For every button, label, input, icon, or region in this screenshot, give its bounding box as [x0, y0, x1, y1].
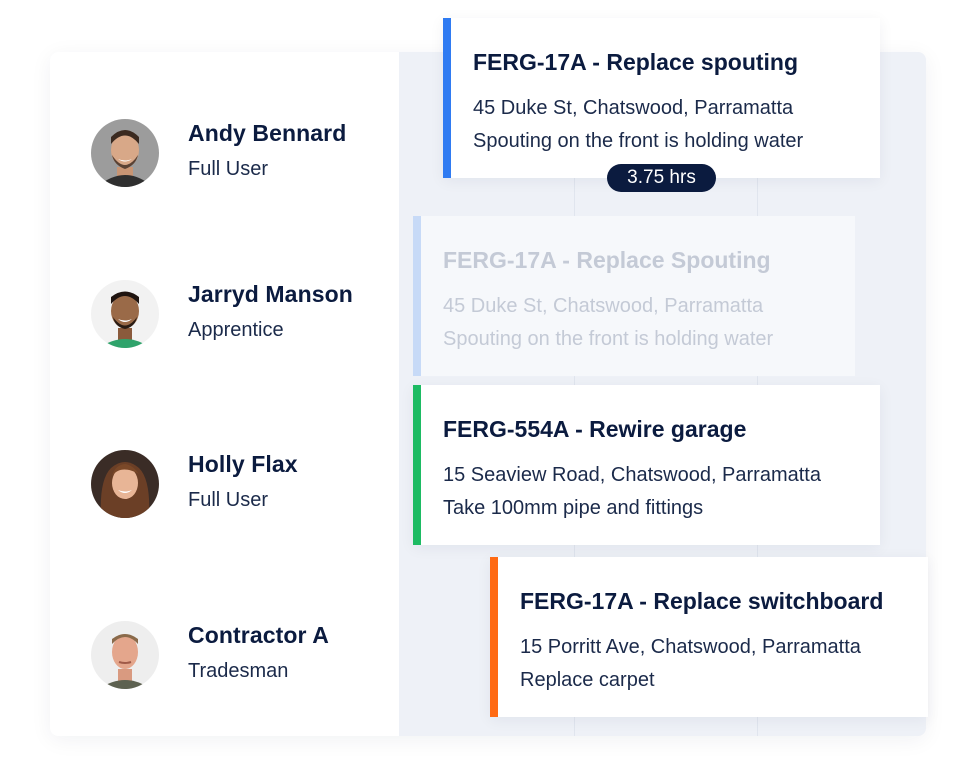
avatar [91, 280, 159, 348]
staff-role: Full User [188, 489, 269, 511]
job-address: 15 Porritt Ave, Chatswood, Parramatta [520, 636, 861, 658]
staff-row-jarryd-manson[interactable]: Jarryd Manson Apprentice [50, 264, 399, 364]
job-card-replace-spouting[interactable]: FERG-17A - Replace spouting 45 Duke St, … [443, 18, 880, 178]
avatar [91, 621, 159, 689]
avatar [91, 119, 159, 187]
job-accent-bar [413, 216, 421, 376]
staff-name: Contractor A [188, 622, 329, 648]
job-address: 15 Seaview Road, Chatswood, Parramatta [443, 464, 821, 486]
job-card-replace-switchboard[interactable]: FERG-17A - Replace switchboard 15 Porrit… [490, 557, 928, 717]
staff-name: Andy Bennard [188, 120, 347, 146]
duration-badge: 3.75 hrs [607, 164, 716, 192]
staff-role: Tradesman [188, 660, 289, 682]
job-title: FERG-17A - Replace spouting [473, 49, 799, 75]
job-accent-bar [413, 385, 421, 545]
staff-role: Apprentice [188, 319, 284, 341]
job-address: 45 Duke St, Chatswood, Parramatta [443, 295, 764, 317]
job-note: Replace carpet [520, 669, 655, 691]
staff-row-andy-bennard[interactable]: Andy Bennard Full User [50, 103, 399, 203]
staff-role: Full User [188, 158, 269, 180]
job-title: FERG-17A - Replace switchboard [520, 588, 884, 614]
staff-list: Andy Bennard Full User Jarryd Manson App… [50, 52, 399, 736]
staff-name: Jarryd Manson [188, 281, 353, 307]
job-title: FERG-17A - Replace Spouting [443, 247, 771, 273]
job-card-rewire-garage[interactable]: FERG-554A - Rewire garage 15 Seaview Roa… [413, 385, 880, 545]
job-accent-bar [490, 557, 498, 717]
job-accent-bar [443, 18, 451, 178]
job-card-ghost[interactable]: FERG-17A - Replace Spouting 45 Duke St, … [413, 216, 855, 376]
avatar [91, 450, 159, 518]
job-title: FERG-554A - Rewire garage [443, 416, 747, 442]
job-note: Spouting on the front is holding water [443, 328, 774, 350]
job-address: 45 Duke St, Chatswood, Parramatta [473, 97, 794, 119]
job-note: Spouting on the front is holding water [473, 130, 804, 152]
job-note: Take 100mm pipe and fittings [443, 497, 704, 519]
staff-name: Holly Flax [188, 451, 298, 477]
staff-row-contractor-a[interactable]: Contractor A Tradesman [50, 605, 399, 705]
staff-row-holly-flax[interactable]: Holly Flax Full User [50, 434, 399, 534]
